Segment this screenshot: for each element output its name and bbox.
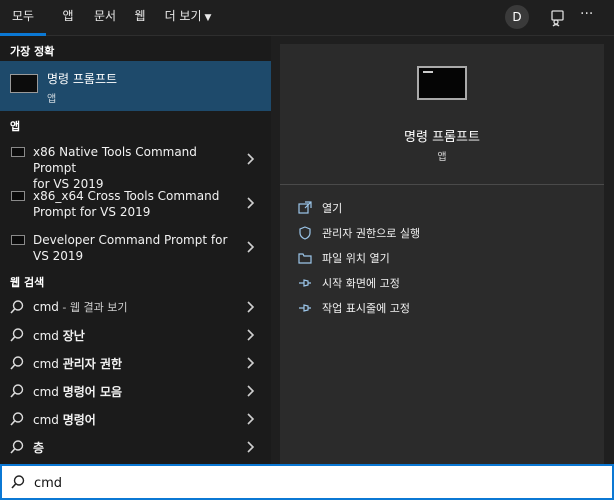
web-result-item[interactable]: cmd - 웹 결과 보기 <box>0 293 271 321</box>
web-result-item[interactable]: cmd 장난 <box>0 321 271 349</box>
pin-icon <box>298 276 312 290</box>
chevron-right-icon[interactable] <box>245 412 255 426</box>
web-result-item[interactable]: cmd 명령어 <box>0 405 271 433</box>
web-result-text: cmd - 웹 결과 보기 <box>33 300 128 314</box>
tab-label: 문서 <box>93 9 117 23</box>
search-icon <box>9 439 25 455</box>
action-label: 열기 <box>322 202 343 215</box>
action-label: 시작 화면에 고정 <box>322 277 400 290</box>
chevron-right-icon[interactable] <box>245 152 255 166</box>
web-result-text: cmd 명령어 모음 <box>33 385 123 399</box>
feedback-icon[interactable] <box>548 8 568 28</box>
web-result-item[interactable]: 층 <box>0 433 271 461</box>
best-match-item[interactable]: 명령 프롬프트 앱 <box>0 61 271 111</box>
chevron-right-icon[interactable] <box>245 440 255 454</box>
search-icon <box>9 383 25 399</box>
search-input[interactable] <box>32 472 596 494</box>
chevron-right-icon[interactable] <box>245 384 255 398</box>
search-icon <box>9 327 25 343</box>
detail-panel: 명령 프롬프트 앱 열기 관리자 권한으로 실행 파일 위치 열기 시작 화면에… <box>280 44 604 464</box>
search-icon <box>9 355 25 371</box>
folder-icon <box>298 251 312 265</box>
tab-apps[interactable]: 앱 <box>54 0 82 36</box>
shield-icon <box>298 226 312 240</box>
chevron-right-icon[interactable] <box>245 328 255 342</box>
tab-label: 모두 <box>11 9 35 23</box>
action-label: 파일 위치 열기 <box>322 252 390 265</box>
web-result-text: cmd 장난 <box>33 329 85 343</box>
web-result-text: cmd 명령어 <box>33 413 96 427</box>
action-label: 관리자 권한으로 실행 <box>322 227 421 240</box>
tab-documents[interactable]: 문서 <box>88 0 122 36</box>
search-icon <box>9 299 25 315</box>
web-result-item[interactable]: cmd 관리자 권한 <box>0 349 271 377</box>
detail-subtitle: 앱 <box>437 152 447 163</box>
list-item[interactable]: x86_x64 Cross Tools Command Prompt for VS… <box>0 182 271 226</box>
web-result-text: cmd 관리자 권한 <box>33 357 123 371</box>
search-icon <box>10 474 26 490</box>
pin-icon <box>298 301 312 315</box>
web-result-item[interactable]: cmd 명령어 모음 <box>0 377 271 405</box>
command-prompt-icon <box>11 147 25 157</box>
apps-heading: 앱 <box>10 120 21 133</box>
tab-web[interactable]: 웹 <box>128 0 152 36</box>
web-search-heading: 웹 검색 <box>10 276 45 289</box>
divider <box>280 184 604 185</box>
tab-more[interactable]: 더 보기 ▼ <box>160 0 216 36</box>
list-item[interactable]: Developer Command Prompt for VS 2019 <box>0 226 271 270</box>
command-prompt-icon <box>11 235 25 245</box>
search-filter-bar: 모두 앱 문서 웹 더 보기 ▼ D ··· <box>0 0 614 36</box>
tab-label: 더 보기 <box>164 9 202 23</box>
chevron-right-icon[interactable] <box>245 356 255 370</box>
search-box[interactable] <box>0 464 614 500</box>
chevron-right-icon[interactable] <box>245 196 255 210</box>
open-icon <box>298 201 312 215</box>
app-name: x86_x64 Cross Tools Command Prompt for VS… <box>33 189 220 219</box>
tab-label: 앱 <box>62 9 74 23</box>
web-result-text: 층 <box>33 441 45 455</box>
command-prompt-icon <box>11 191 25 201</box>
chevron-right-icon[interactable] <box>245 300 255 314</box>
chevron-right-icon[interactable] <box>245 240 255 254</box>
best-match-subtitle: 앱 <box>47 94 57 105</box>
chevron-down-icon: ▼ <box>204 13 212 23</box>
more-options-icon[interactable]: ··· <box>580 6 600 26</box>
tab-label: 웹 <box>134 9 146 23</box>
action-label: 작업 표시줄에 고정 <box>322 302 410 315</box>
search-icon <box>9 411 25 427</box>
best-match-title: 명령 프롬프트 <box>47 72 118 86</box>
best-match-heading: 가장 정확 <box>10 45 55 58</box>
command-prompt-icon <box>10 74 38 93</box>
app-name: Developer Command Prompt for VS 2019 <box>33 233 228 263</box>
tab-all[interactable]: 모두 <box>0 0 46 36</box>
list-item[interactable]: x86 Native Tools Command Prompt for VS 20… <box>0 138 271 191</box>
avatar[interactable]: D <box>505 5 529 29</box>
command-prompt-icon <box>417 66 467 100</box>
detail-title: 명령 프롬프트 <box>404 130 480 145</box>
